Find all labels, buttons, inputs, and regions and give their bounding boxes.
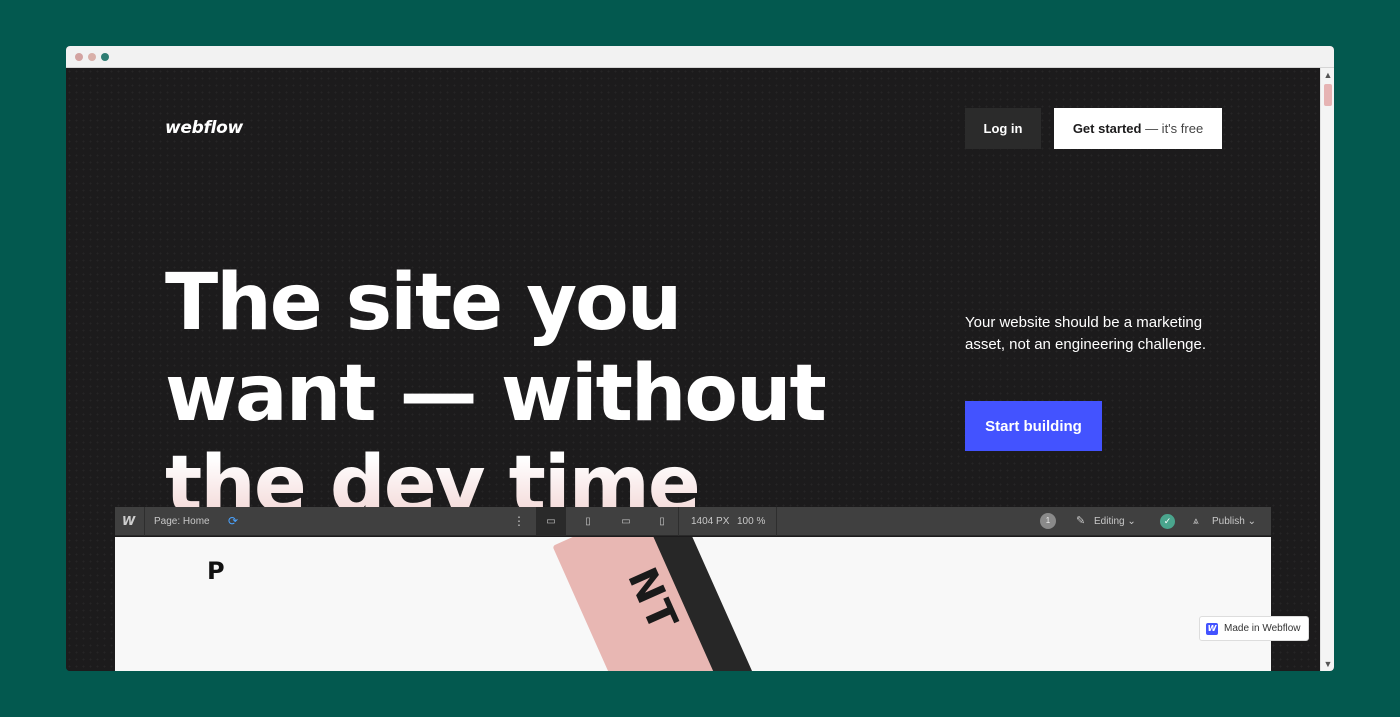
toolbar-divider — [144, 507, 145, 536]
page-viewport: webflow Log in Get started — it's free T… — [66, 68, 1320, 671]
mobile-landscape-breakpoint-icon[interactable]: ▭ — [618, 507, 634, 536]
mobile-portrait-breakpoint-icon[interactable]: ▯ — [656, 507, 668, 536]
publish-dropdown[interactable]: Publish ⌄ — [1212, 507, 1256, 536]
vertical-scrollbar[interactable]: ▲ ▼ — [1320, 68, 1334, 671]
chevron-down-icon: ⌄ — [1247, 516, 1256, 527]
toolbar-divider — [776, 507, 777, 536]
checkmark-icon: ✓ — [1160, 514, 1175, 529]
browser-window: webflow Log in Get started — it's free T… — [66, 46, 1334, 671]
collaborator-count-badge[interactable]: 1 — [1040, 513, 1056, 529]
pencil-icon: ✎ — [1076, 515, 1086, 527]
get-started-label: Get started — [1072, 121, 1142, 136]
desktop-breakpoint-icon[interactable]: ▭ — [536, 507, 566, 536]
start-building-button[interactable]: Start building — [965, 401, 1102, 451]
hero-tagline: Your website should be a marketing asset… — [965, 314, 1207, 353]
sync-icon: ⟳ — [228, 514, 239, 528]
editing-mode-dropdown[interactable]: Editing ⌄ — [1094, 507, 1136, 536]
tablet-breakpoint-icon[interactable]: ▯ — [581, 507, 595, 536]
editing-mode-label: Editing — [1094, 516, 1125, 527]
get-started-button[interactable]: Get started — it's free — [1054, 108, 1222, 149]
webflow-logo[interactable]: webflow — [165, 118, 243, 138]
headline-line: want — without — [165, 349, 827, 439]
login-button[interactable]: Log in — [965, 108, 1041, 149]
designer-preview: W Page: Home ⟳ ⋮ ▭ ▯ ▭ ▯ 1404 PX 100 % 1… — [115, 507, 1271, 671]
maximize-window-icon[interactable] — [101, 53, 109, 61]
rocket-icon: ⩓ — [1193, 516, 1199, 527]
minimize-window-icon[interactable] — [88, 53, 96, 61]
scroll-down-icon[interactable]: ▼ — [1321, 657, 1334, 671]
webflow-w-icon[interactable]: W — [122, 507, 140, 536]
hero-headline: The site you want — without the dev time — [165, 258, 885, 531]
scroll-thumb[interactable] — [1324, 84, 1332, 106]
close-window-icon[interactable] — [75, 53, 83, 61]
made-in-webflow-badge[interactable]: W Made in Webflow — [1199, 616, 1309, 641]
publish-label: Publish — [1212, 516, 1245, 527]
headline-line: The site you — [165, 258, 682, 348]
chevron-down-icon: ⌄ — [1127, 516, 1136, 527]
page-selector[interactable]: Page: Home — [154, 507, 210, 536]
designer-toolbar: W Page: Home ⟳ ⋮ ▭ ▯ ▭ ▯ 1404 PX 100 % 1… — [115, 507, 1271, 536]
canvas-site-logo: P — [207, 557, 225, 585]
toolbar-divider — [678, 507, 679, 536]
title-bar — [66, 46, 1334, 68]
designer-canvas[interactable]: P NT — [115, 537, 1271, 671]
scroll-up-icon[interactable]: ▲ — [1321, 68, 1334, 82]
badge-label: Made in Webflow — [1224, 623, 1301, 634]
get-started-sublabel: — it's free — [1141, 121, 1204, 136]
canvas-width-readout: 1404 PX — [691, 516, 730, 527]
zoom-readout: 100 % — [737, 516, 766, 527]
webflow-badge-icon: W — [1206, 623, 1218, 635]
more-options-icon[interactable]: ⋮ — [513, 507, 525, 536]
